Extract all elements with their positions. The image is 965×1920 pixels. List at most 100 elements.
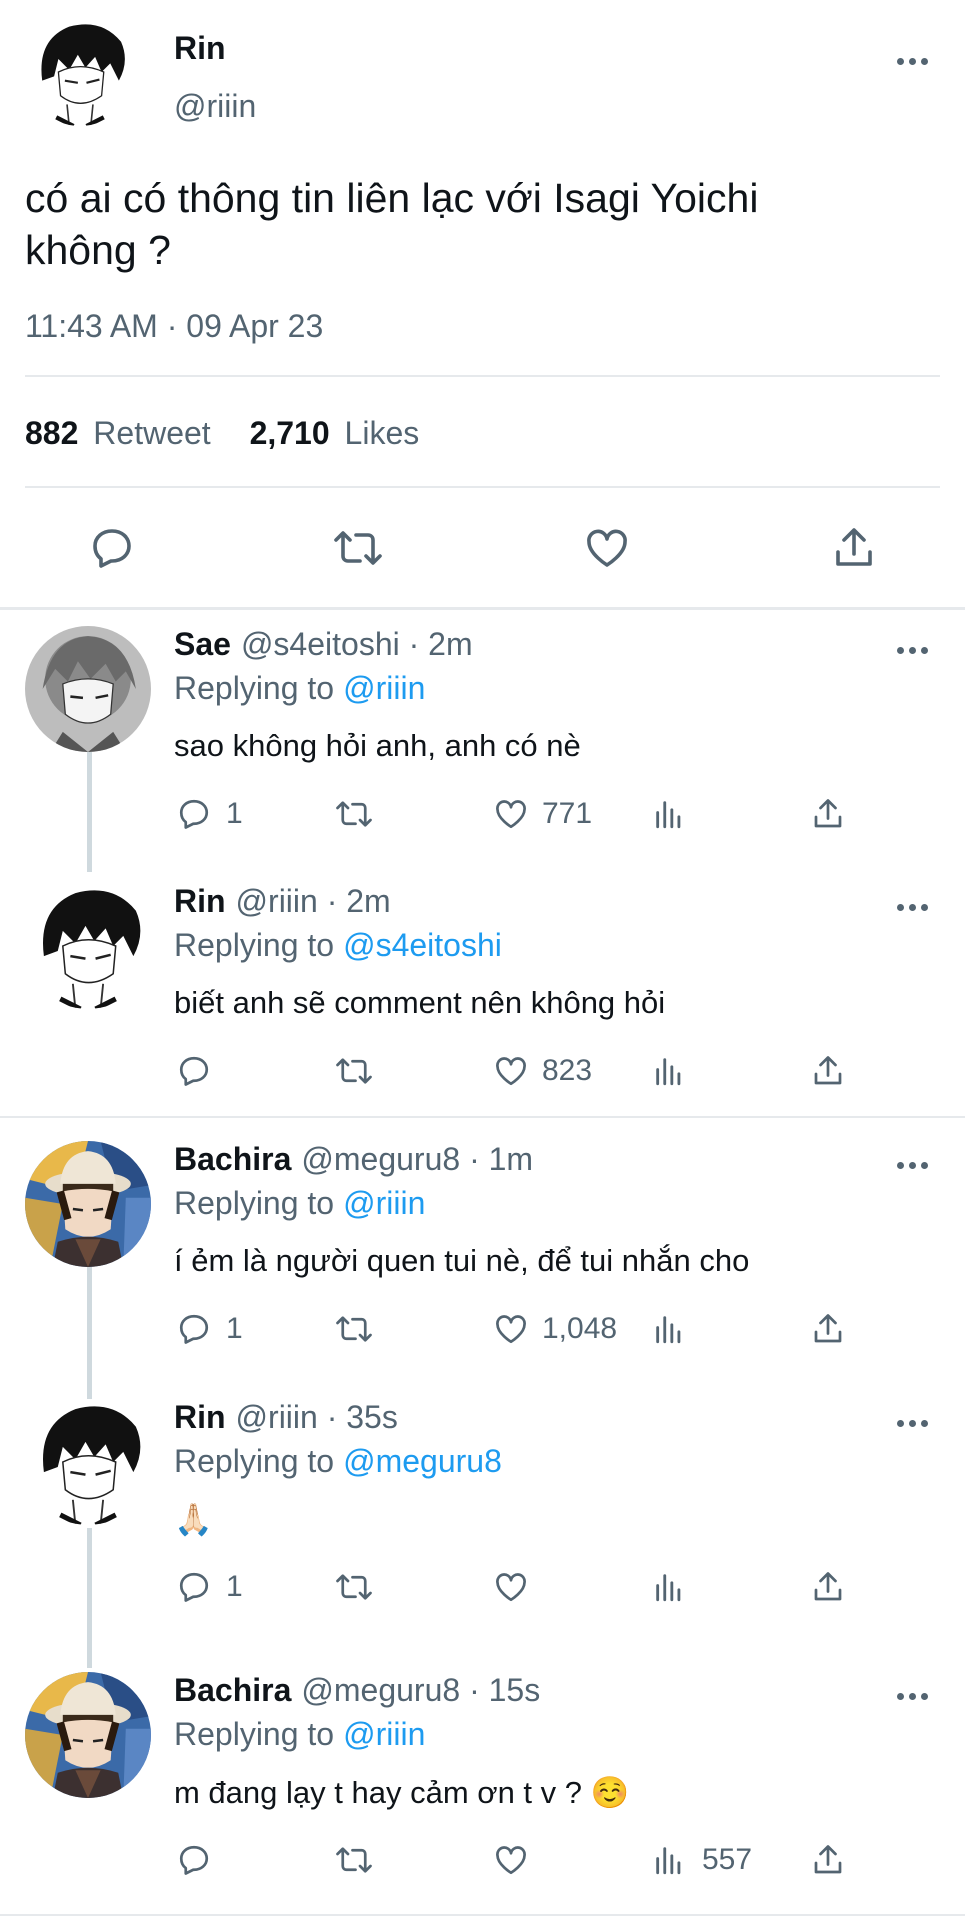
reply-text: biết anh sẽ comment nên không hỏi xyxy=(174,985,666,1020)
tweet-text-line2: không ? xyxy=(25,227,171,273)
heart-icon[interactable] xyxy=(492,1569,530,1605)
more-dots-icon[interactable] xyxy=(897,644,937,656)
views-icon[interactable] xyxy=(652,1569,686,1605)
author-name[interactable]: Rin xyxy=(174,883,226,919)
handle-and-time[interactable]: @meguru8 · 1m xyxy=(301,1141,533,1177)
author-name[interactable]: Rin xyxy=(174,30,226,67)
avatar-rin-image xyxy=(25,883,151,1009)
reply-icon[interactable] xyxy=(176,1842,212,1878)
more-dots-icon[interactable] xyxy=(897,1159,937,1171)
reply-icon[interactable] xyxy=(88,524,136,572)
reply-icon[interactable] xyxy=(176,1569,212,1605)
share-icon[interactable] xyxy=(830,524,878,572)
replying-to-label: Replying to xyxy=(174,670,335,706)
retweet-icon[interactable] xyxy=(334,1311,374,1347)
retweet-icon[interactable] xyxy=(334,1842,374,1878)
more-dots-icon[interactable] xyxy=(897,901,937,913)
mention-link[interactable]: @meguru8 xyxy=(343,1443,502,1479)
share-icon[interactable] xyxy=(810,1569,846,1605)
avatar[interactable] xyxy=(25,1399,151,1525)
reply-text: sao không hỏi anh, anh có nè xyxy=(174,728,581,763)
reply-header: Rin @riiin · 2m xyxy=(174,883,391,920)
views-icon[interactable] xyxy=(652,796,686,832)
divider xyxy=(0,1116,965,1118)
replying-to: Replying to @meguru8 xyxy=(174,1443,502,1480)
retweet-icon[interactable] xyxy=(334,1569,374,1605)
like-count[interactable]: 2,710 xyxy=(250,415,330,451)
reply-header: Sae @s4eitoshi · 2m xyxy=(174,626,473,663)
share-icon[interactable] xyxy=(810,796,846,832)
views-icon[interactable] xyxy=(652,1311,686,1347)
replying-to: Replying to @riiin xyxy=(174,1185,425,1222)
reply-icon[interactable] xyxy=(176,796,212,832)
replying-to-label: Replying to xyxy=(174,1443,335,1479)
thread-line xyxy=(87,1266,92,1406)
avatar[interactable] xyxy=(25,1672,151,1798)
mention-link[interactable]: @riiin xyxy=(343,1185,425,1221)
avatar-bachira-image xyxy=(25,1672,151,1798)
divider xyxy=(25,486,940,488)
handle-and-time[interactable]: @riiin · 2m xyxy=(236,883,391,919)
views-icon[interactable] xyxy=(652,1842,686,1878)
reply-count[interactable]: 1 xyxy=(226,1570,243,1604)
retweet-icon[interactable] xyxy=(332,524,384,572)
reply-count[interactable]: 1 xyxy=(226,797,243,831)
author-name[interactable]: Bachira xyxy=(174,1141,291,1177)
author-handle[interactable]: @riiin xyxy=(174,88,256,125)
author-name[interactable]: Bachira xyxy=(174,1672,291,1708)
avatar[interactable] xyxy=(26,18,134,126)
divider xyxy=(25,375,940,377)
reply-header: Bachira @meguru8 · 1m xyxy=(174,1141,533,1178)
author-name[interactable]: Rin xyxy=(174,1399,226,1435)
like-count[interactable]: 1,048 xyxy=(542,1312,617,1346)
mention-link[interactable]: @s4eitoshi xyxy=(343,927,502,963)
like-label[interactable]: Likes xyxy=(345,415,420,451)
reply-text: í ẻm là người quen tui nè, để tui nhắn c… xyxy=(174,1243,750,1278)
retweet-count[interactable]: 882 xyxy=(25,415,78,451)
mention-link[interactable]: @riiin xyxy=(343,1716,425,1752)
handle-and-time[interactable]: @riiin · 35s xyxy=(236,1399,398,1435)
tweet-timestamp[interactable]: 11:43 AM · 09 Apr 23 xyxy=(25,308,323,345)
author-name[interactable]: Sae xyxy=(174,626,231,662)
heart-icon[interactable] xyxy=(582,524,632,572)
reply-icon[interactable] xyxy=(176,1311,212,1347)
avatar-rin-image xyxy=(26,18,134,126)
retweet-label[interactable]: Retweet xyxy=(93,415,210,451)
heart-icon[interactable] xyxy=(492,1053,530,1089)
avatar-sae-image xyxy=(25,626,151,752)
like-count[interactable]: 823 xyxy=(542,1054,592,1088)
avatar[interactable] xyxy=(25,1141,151,1267)
retweet-icon[interactable] xyxy=(334,796,374,832)
share-icon[interactable] xyxy=(810,1053,846,1089)
avatar[interactable] xyxy=(25,883,151,1009)
views-icon[interactable] xyxy=(652,1053,686,1089)
handle-and-time[interactable]: @s4eitoshi · 2m xyxy=(241,626,473,662)
reply-header: Bachira @meguru8 · 15s xyxy=(174,1672,540,1709)
view-count[interactable]: 557 xyxy=(702,1843,752,1877)
reply-text: 🙏🏻 xyxy=(174,1502,213,1537)
reply-count[interactable]: 1 xyxy=(226,1312,243,1346)
replying-to: Replying to @riiin xyxy=(174,670,425,707)
divider xyxy=(0,1914,965,1916)
reply-icon[interactable] xyxy=(176,1053,212,1089)
avatar[interactable] xyxy=(25,626,151,752)
reply-header: Rin @riiin · 35s xyxy=(174,1399,398,1436)
mention-link[interactable]: @riiin xyxy=(343,670,425,706)
thread-line xyxy=(87,752,92,872)
share-icon[interactable] xyxy=(810,1842,846,1878)
replying-to: Replying to @s4eitoshi xyxy=(174,927,502,964)
heart-icon[interactable] xyxy=(492,1842,530,1878)
more-dots-icon[interactable] xyxy=(897,1417,937,1429)
share-icon[interactable] xyxy=(810,1311,846,1347)
like-count[interactable]: 771 xyxy=(542,797,592,831)
tweet-text-line1: có ai có thông tin liên lạc với Isagi Yo… xyxy=(25,175,759,221)
heart-icon[interactable] xyxy=(492,796,530,832)
handle-and-time[interactable]: @meguru8 · 15s xyxy=(301,1672,540,1708)
more-dots-icon[interactable] xyxy=(897,55,937,67)
replying-to-label: Replying to xyxy=(174,927,335,963)
replying-to: Replying to @riiin xyxy=(174,1716,425,1753)
heart-icon[interactable] xyxy=(492,1311,530,1347)
retweet-icon[interactable] xyxy=(334,1053,374,1089)
more-dots-icon[interactable] xyxy=(897,1690,937,1702)
avatar-rin-image xyxy=(25,1399,151,1525)
